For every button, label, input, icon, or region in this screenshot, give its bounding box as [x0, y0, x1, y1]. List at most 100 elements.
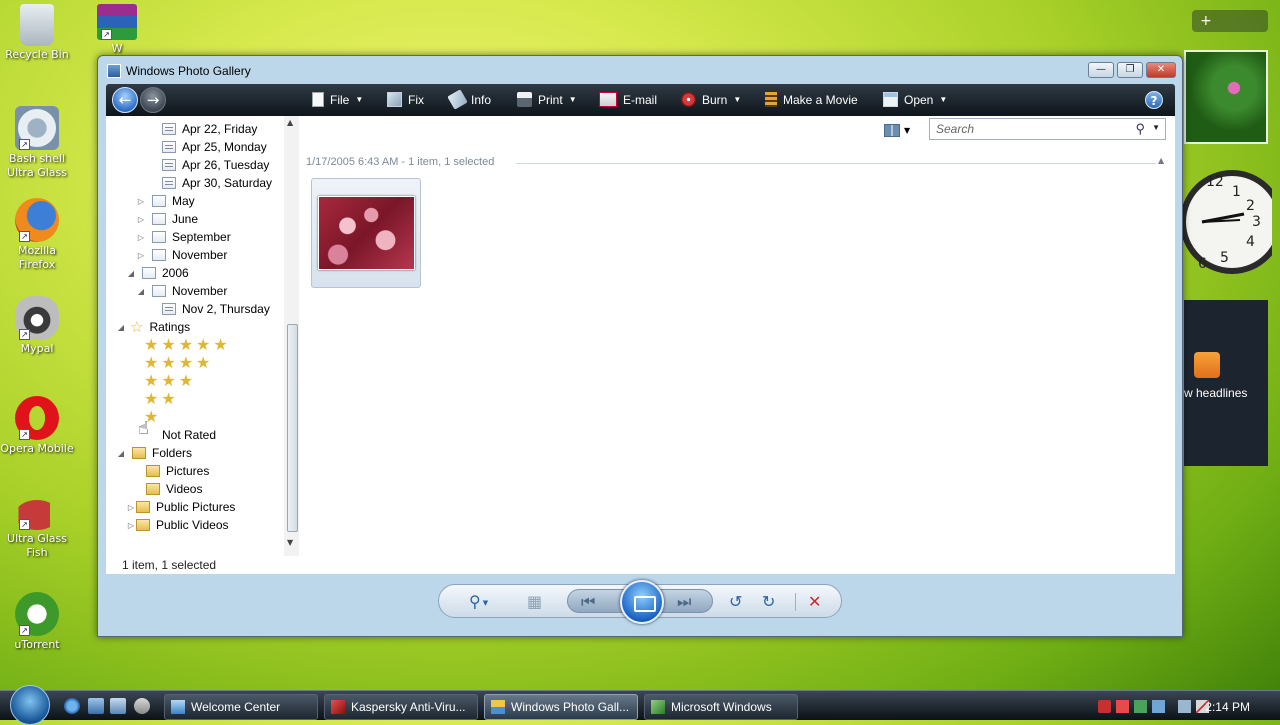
- tree-item-folder-pictures[interactable]: Pictures: [136, 462, 209, 480]
- desktop-icon-utorrent[interactable]: ↗ uTorrent: [0, 592, 74, 652]
- change-display-button[interactable]: ▼: [884, 120, 916, 140]
- tree-item-day[interactable]: Apr 25, Monday: [162, 138, 267, 156]
- nav-pane-scroll-thumb[interactable]: [287, 324, 298, 532]
- expand-arrow-icon[interactable]: ▷: [136, 233, 146, 242]
- desktop-icon-ultra-glass-fish[interactable]: ↗ Ultra Glass Fish: [0, 500, 74, 560]
- desktop-icon-label: Mozilla Firefox: [18, 244, 56, 271]
- tree-item-folder-public-pictures[interactable]: ▷ Public Pictures: [126, 498, 235, 516]
- collapse-arrow-icon[interactable]: ◢: [136, 287, 146, 296]
- tree-item-label: May: [172, 194, 195, 208]
- slideshow-gadget[interactable]: [1184, 50, 1268, 144]
- clock-gadget[interactable]: 12 1 2 3 4 5 6: [1180, 158, 1280, 286]
- desktop-icon-winrar[interactable]: ↗ W: [80, 4, 154, 56]
- security-alert-tray-icon[interactable]: [1116, 700, 1129, 713]
- tree-item-day[interactable]: Apr 22, Friday: [162, 120, 257, 138]
- help-button[interactable]: ?: [1145, 91, 1163, 109]
- print-menu-button[interactable]: Print ▼: [517, 92, 577, 107]
- open-menu-button[interactable]: Open ▼: [883, 92, 947, 107]
- rating-four-stars[interactable]: ★★★★: [144, 354, 213, 372]
- tree-item-year[interactable]: ◢ 2006: [126, 264, 189, 282]
- chevron-down-icon: ▼: [733, 95, 742, 104]
- tree-item-month[interactable]: ▷ June: [136, 210, 198, 228]
- desktop-icon-opera-mobile[interactable]: ↗ Opera Mobile: [0, 396, 74, 456]
- welcome-center-icon: [171, 700, 185, 714]
- rss-icon: [1194, 352, 1220, 378]
- actual-size-button[interactable]: ▦: [527, 592, 542, 611]
- search-icon[interactable]: ⚲: [1135, 121, 1145, 137]
- next-button[interactable]: ⏭: [677, 592, 691, 612]
- tree-item-folders[interactable]: ◢ Folders: [116, 444, 192, 462]
- previous-button[interactable]: ⏮: [581, 592, 595, 612]
- collapse-arrow-icon[interactable]: ◢: [116, 323, 126, 332]
- tree-item-month[interactable]: ▷ September: [136, 228, 231, 246]
- tree-item-not-rated[interactable]: Not Rated: [162, 426, 216, 444]
- rating-three-stars[interactable]: ★★★: [144, 372, 196, 390]
- play-slideshow-button[interactable]: [620, 580, 664, 624]
- monitor-tray-icon[interactable]: [1178, 700, 1191, 713]
- expand-arrow-icon[interactable]: ▷: [136, 197, 146, 206]
- scroll-up-arrow-icon[interactable]: ▲: [287, 118, 293, 127]
- rotate-counterclockwise-button[interactable]: ↺: [729, 592, 742, 611]
- forward-button[interactable]: →: [140, 87, 166, 113]
- taskbar-button-photo-gallery[interactable]: Windows Photo Gall...: [484, 694, 638, 720]
- taskbar-clock[interactable]: 2:14 PM: [1205, 700, 1250, 714]
- expand-arrow-icon[interactable]: ▷: [126, 503, 136, 512]
- rating-two-stars[interactable]: ★★: [144, 390, 179, 408]
- make-a-movie-button[interactable]: Make a Movie: [765, 92, 858, 107]
- collapse-arrow-icon[interactable]: ◢: [126, 269, 136, 278]
- start-button[interactable]: [10, 685, 50, 725]
- file-menu-button[interactable]: File ▼: [312, 92, 363, 107]
- fix-button[interactable]: Fix: [387, 92, 424, 107]
- internet-explorer-icon[interactable]: [64, 698, 80, 714]
- quick-launch-app-icon[interactable]: [134, 698, 150, 714]
- show-desktop-icon[interactable]: [88, 698, 104, 714]
- tree-item-ratings[interactable]: ◢ ☆ Ratings: [116, 318, 190, 336]
- burn-menu-button[interactable]: Burn ▼: [681, 92, 741, 107]
- delete-button[interactable]: ✕: [808, 592, 821, 611]
- desktop-icon-recycle-bin[interactable]: Recycle Bin: [0, 4, 74, 62]
- rotate-clockwise-button[interactable]: ↻: [762, 592, 775, 611]
- close-button[interactable]: ✕: [1146, 62, 1176, 78]
- taskbar-button-welcome-center[interactable]: Welcome Center: [164, 694, 318, 720]
- tree-item-day[interactable]: Apr 30, Saturday: [162, 174, 272, 192]
- search-input[interactable]: Search ⚲ ▼: [929, 118, 1166, 140]
- tree-item-label: Public Pictures: [156, 500, 236, 514]
- back-button[interactable]: ←: [112, 87, 138, 113]
- tree-item-label: 2006: [162, 266, 189, 280]
- tree-item-folder-public-videos[interactable]: ▷ Public Videos: [126, 516, 229, 534]
- tree-item-day[interactable]: Apr 26, Tuesday: [162, 156, 269, 174]
- kaspersky-tray-icon[interactable]: [1098, 700, 1111, 713]
- tree-item-month[interactable]: ◢ November: [136, 282, 227, 300]
- zoom-button[interactable]: ⚲ ▼: [469, 592, 488, 611]
- tree-item-day[interactable]: Nov 2, Thursday: [162, 300, 270, 318]
- display-tray-icon[interactable]: [1152, 700, 1165, 713]
- maximize-button[interactable]: ❐: [1117, 62, 1143, 78]
- shortcut-arrow-icon: ↗: [19, 329, 30, 340]
- scroll-down-arrow-icon[interactable]: ▼: [287, 538, 293, 547]
- sidebar-add-gadget-button[interactable]: +: [1192, 10, 1268, 32]
- feed-headlines-gadget[interactable]: w headlines: [1184, 300, 1268, 466]
- collapse-group-icon[interactable]: ▲: [1158, 156, 1164, 165]
- taskbar-button-kaspersky[interactable]: Kaspersky Anti-Viru...: [324, 694, 478, 720]
- switch-windows-icon[interactable]: [110, 698, 126, 714]
- collapse-arrow-icon[interactable]: ◢: [116, 449, 126, 458]
- email-button[interactable]: E-mail: [599, 92, 657, 107]
- tree-item-folder-videos[interactable]: Videos: [136, 480, 202, 498]
- chevron-down-icon[interactable]: ▼: [1152, 123, 1160, 132]
- tree-item-month[interactable]: ▷ November: [136, 246, 227, 264]
- network-tray-icon[interactable]: [1134, 700, 1147, 713]
- desktop-icon-mypal[interactable]: ↗ Mypal: [0, 296, 74, 356]
- rating-five-stars[interactable]: ★★★★★: [144, 336, 231, 354]
- info-button[interactable]: Info: [447, 89, 491, 110]
- expand-arrow-icon[interactable]: ▷: [126, 521, 136, 530]
- photo-thumbnail[interactable]: [311, 178, 421, 288]
- minimize-button[interactable]: —: [1088, 62, 1114, 78]
- group-header[interactable]: 1/17/2005 6:43 AM - 1 item, 1 selected: [306, 156, 494, 168]
- tree-item-month[interactable]: ▷ May: [136, 192, 195, 210]
- title-bar[interactable]: Windows Photo Gallery — ❐ ✕: [98, 56, 1182, 84]
- expand-arrow-icon[interactable]: ▷: [136, 215, 146, 224]
- desktop-icon-firefox[interactable]: ↗ Mozilla Firefox: [0, 198, 74, 272]
- taskbar-button-microsoft-windows[interactable]: Microsoft Windows: [644, 694, 798, 720]
- expand-arrow-icon[interactable]: ▷: [136, 251, 146, 260]
- desktop-icon-bash-shell[interactable]: ↗ Bash shell Ultra Glass: [0, 106, 74, 180]
